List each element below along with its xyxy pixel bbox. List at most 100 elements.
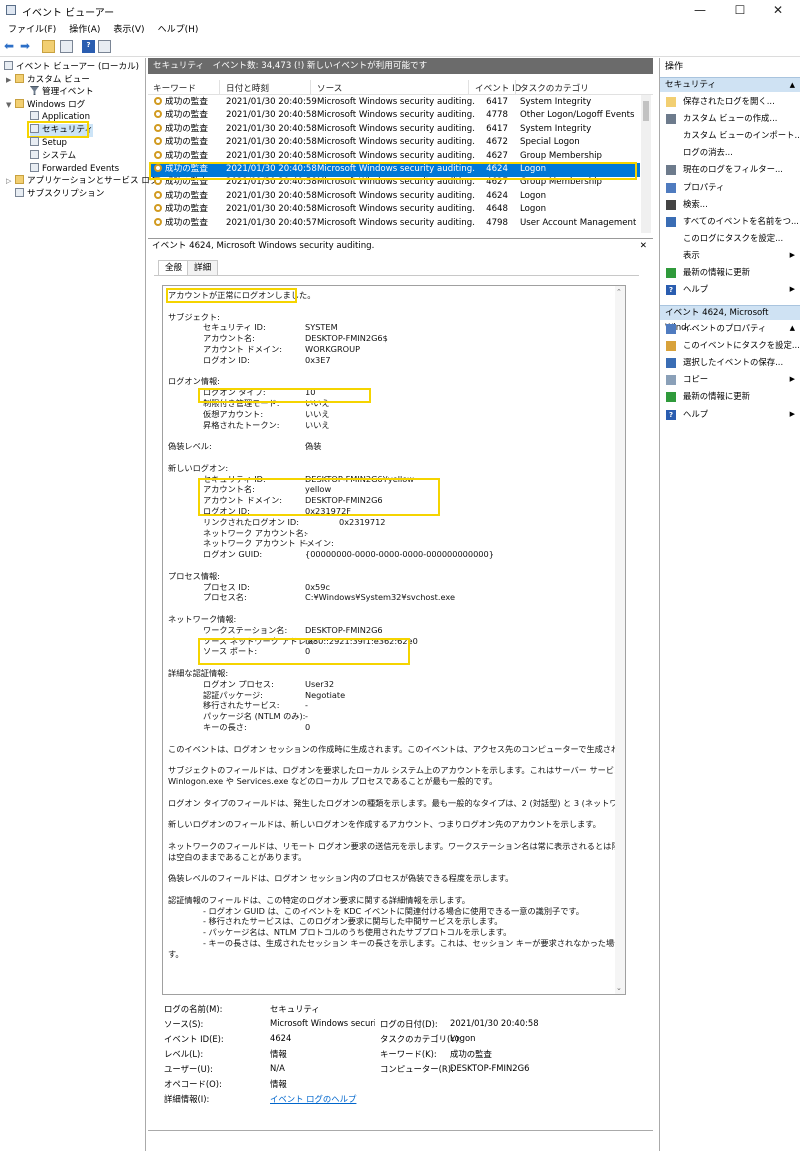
folder-icon xyxy=(15,99,24,108)
event-task: System Integrity xyxy=(520,96,591,109)
action-item[interactable]: 最新の情報に更新 xyxy=(660,265,800,281)
event-row[interactable]: 成功の監査 2021/01/30 20:40:58 Microsoft Window… xyxy=(150,190,640,204)
action-item[interactable]: 選択したイベントの保存... xyxy=(660,355,800,371)
tree-root[interactable]: イベント ビューアー (ローカル) xyxy=(4,61,139,74)
action-item[interactable]: 最新の情報に更新 xyxy=(660,389,800,405)
filter-icon xyxy=(666,165,676,176)
maximize-button[interactable]: ☐ xyxy=(720,1,760,19)
tree-setup[interactable]: Setup xyxy=(30,137,67,150)
menu-help[interactable]: ヘルプ(H) xyxy=(150,20,204,35)
event-row[interactable]: 成功の監査 2021/01/30 20:40:58 Microsoft Window… xyxy=(150,109,640,123)
tree-subscriptions[interactable]: サブスクリプション xyxy=(15,188,104,201)
event-datetime: 2021/01/30 20:40:58 xyxy=(226,109,317,122)
description-line: WORKGROUP xyxy=(305,344,361,354)
log-icon xyxy=(30,150,39,159)
tab-general[interactable]: 全般 xyxy=(158,260,190,276)
action-pane-icon[interactable] xyxy=(98,40,111,53)
event-properties: ログの名前(M): セキュリティ ソース(S): Microsoft Windo… xyxy=(162,1003,632,1113)
close-icon[interactable]: ✕ xyxy=(640,239,647,254)
user-label: ユーザー(U): xyxy=(164,1064,213,1074)
event-datetime-text: 2021/01/30 20:40:58 xyxy=(226,150,317,161)
event-log-help-link[interactable]: イベント ログのヘルプ xyxy=(270,1093,356,1105)
action-label: カスタム ビューの作成... xyxy=(683,113,778,124)
action-item[interactable]: 保存されたログを開く... xyxy=(660,94,800,110)
event-id-text: 4798 xyxy=(486,217,508,228)
event-list-scrollbar[interactable] xyxy=(641,95,651,233)
event-datetime: 2021/01/30 20:40:57 xyxy=(226,217,317,230)
chevron-right-icon[interactable]: ▶ xyxy=(6,74,15,86)
description-line: プロセス ID: xyxy=(203,581,250,592)
action-label: 現在のログをフィルター... xyxy=(683,164,783,175)
event-description[interactable]: アカウントが正常にログオンしました。 サブジェクト: セキュリティ ID: SYSTE… xyxy=(162,285,626,995)
description-line: サブジェクト: xyxy=(168,311,220,322)
action-item[interactable]: カスタム ビューのインポート... xyxy=(660,128,800,144)
action-item[interactable]: プロパティ xyxy=(660,180,800,196)
menu-view[interactable]: 表示(V) xyxy=(105,20,149,35)
column-datetime[interactable]: 日付と時刻 xyxy=(226,82,269,94)
event-row[interactable]: 成功の監査 2021/01/30 20:40:58 Microsoft Window… xyxy=(150,136,640,150)
description-line: ログオン情報: xyxy=(168,376,220,387)
tree-system[interactable]: システム xyxy=(30,150,76,163)
console-tree-icon[interactable] xyxy=(60,40,73,53)
collapse-icon[interactable]: ▲ xyxy=(790,78,795,93)
description-line: 0x59c xyxy=(305,581,330,592)
action-item[interactable]: イベントのプロパティ xyxy=(660,321,800,337)
description-line: - xyxy=(305,711,308,722)
binoculars-icon xyxy=(666,199,676,210)
action-item[interactable]: 検索... xyxy=(660,197,800,213)
action-item[interactable]: このイベントにタスクを設定... xyxy=(660,338,800,354)
event-row[interactable]: 成功の監査 2021/01/30 20:40:58 Microsoft Window… xyxy=(150,203,640,217)
actions-section-event[interactable]: イベント 4624, Microsoft Wind... ▲ xyxy=(660,305,800,333)
event-datetime: 2021/01/30 20:40:58 xyxy=(226,136,317,149)
event-row[interactable]: 成功の監査 2021/01/30 20:40:57 Microsoft Window… xyxy=(150,217,640,231)
help-icon[interactable]: ? xyxy=(82,40,95,53)
event-row[interactable]: 成功の監査 2021/01/30 20:40:58 Microsoft Window… xyxy=(150,123,640,137)
action-item[interactable]: 現在のログをフィルター... xyxy=(660,162,800,178)
description-line: ネットワーク アカウント名: xyxy=(203,527,307,538)
action-label: 保存されたログを開く... xyxy=(683,96,775,106)
chevron-right-icon[interactable]: ▷ xyxy=(6,175,15,187)
action-item[interactable]: コピー ▶ xyxy=(660,372,800,388)
action-item[interactable]: ? ヘルプ ▶ xyxy=(660,407,800,423)
event-keyword-text: 成功の監査 xyxy=(165,110,208,121)
event-datetime-text: 2021/01/30 20:40:58 xyxy=(226,190,317,201)
action-item[interactable]: このログにタスクを設定... xyxy=(660,231,800,247)
action-item[interactable]: カスタム ビューの作成... xyxy=(660,111,800,127)
description-scrollbar[interactable]: ⌃ ⌄ xyxy=(615,286,625,994)
forward-arrow-icon[interactable]: ➡ xyxy=(20,40,33,53)
menu-action[interactable]: 操作(A) xyxy=(61,20,105,35)
event-row[interactable]: 成功の監査 2021/01/30 20:40:59 Microsoft Window… xyxy=(150,96,640,110)
column-task[interactable]: タスクのカテゴリ xyxy=(520,82,589,94)
action-label: 表示 xyxy=(683,249,700,260)
column-source[interactable]: ソース xyxy=(317,82,342,94)
actions-section-security[interactable]: セキュリティ ▲ xyxy=(660,77,800,92)
tree-apps-services[interactable]: ▷ アプリケーションとサービス ログ xyxy=(6,175,158,188)
chevron-down-icon[interactable]: ⌄ xyxy=(616,984,622,992)
level-value: 情報 xyxy=(270,1049,287,1059)
event-datetime-text: 2021/01/30 20:40:58 xyxy=(226,204,317,215)
close-button[interactable]: ✕ xyxy=(758,1,798,19)
log-icon xyxy=(30,137,39,146)
chevron-up-icon[interactable]: ⌃ xyxy=(616,288,622,296)
highlight-box xyxy=(198,388,371,403)
key-icon xyxy=(154,204,162,213)
help-icon: ? xyxy=(666,285,676,296)
event-datetime-text: 2021/01/30 20:40:58 xyxy=(226,137,317,148)
action-item[interactable]: ログの消去... xyxy=(660,145,800,161)
tree-admin-events[interactable]: 管理イベント xyxy=(30,86,94,99)
event-source: Microsoft Windows security auditing. xyxy=(317,203,475,216)
action-item[interactable]: 表示 ▶ xyxy=(660,248,800,264)
menu-file[interactable]: ファイル(F) xyxy=(0,20,61,35)
save-icon xyxy=(666,216,676,227)
chevron-down-icon[interactable]: ▼ xyxy=(6,99,15,111)
back-arrow-icon[interactable]: ⬅ xyxy=(4,40,17,53)
description-line: は空白のままであることがあります。 xyxy=(168,851,307,862)
column-keyword[interactable]: キーワード xyxy=(153,82,196,94)
scroll-thumb[interactable] xyxy=(643,101,649,121)
tab-details[interactable]: 詳細 xyxy=(187,260,219,276)
action-label: ヘルプ xyxy=(683,284,709,295)
minimize-button[interactable]: — xyxy=(680,1,720,19)
action-item[interactable]: すべてのイベントを名前をつ... xyxy=(660,214,800,230)
action-item[interactable]: ? ヘルプ ▶ xyxy=(660,282,800,298)
folder-icon[interactable] xyxy=(42,40,55,53)
